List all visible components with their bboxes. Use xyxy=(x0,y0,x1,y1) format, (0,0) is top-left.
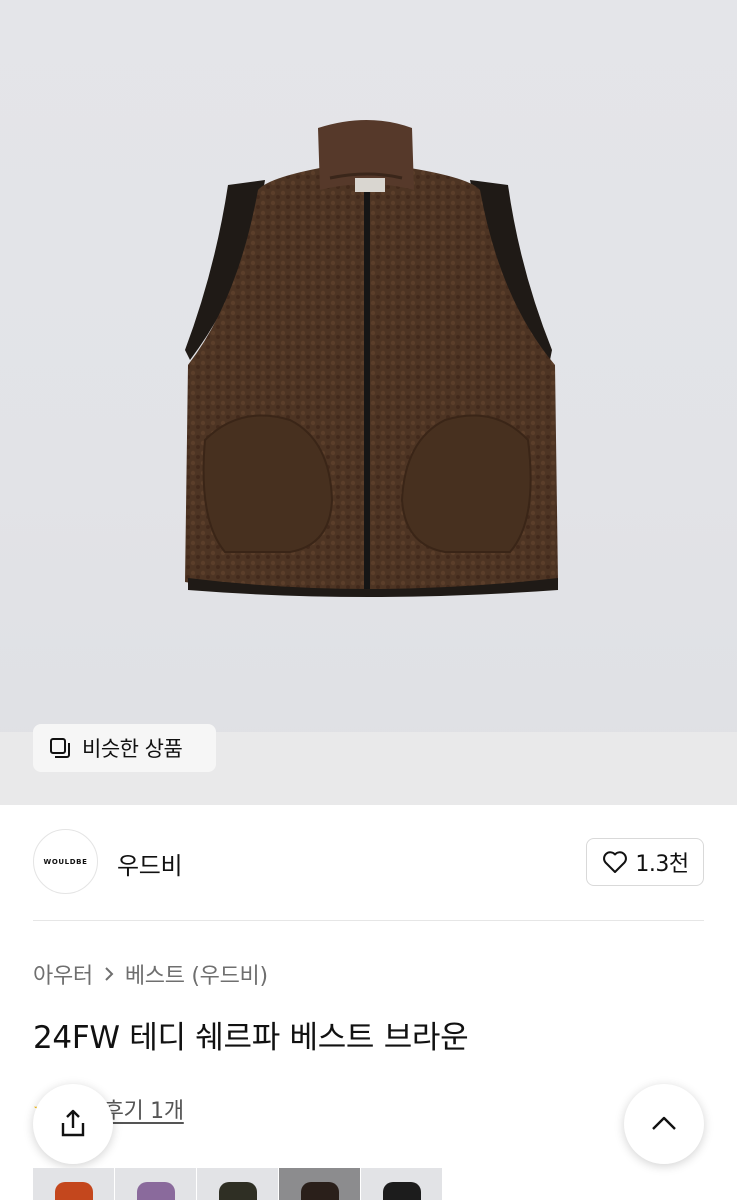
color-thumbnail-selected[interactable] xyxy=(279,1168,360,1200)
product-title: 24FW 테디 쉐르파 베스트 브라운 xyxy=(33,1020,469,1056)
color-thumbnail-strip xyxy=(33,1168,442,1200)
share-button[interactable] xyxy=(33,1084,113,1164)
color-thumbnail[interactable] xyxy=(33,1168,114,1200)
heart-outline-icon xyxy=(603,851,628,873)
thumbnail-garment xyxy=(301,1182,339,1200)
thumbnail-garment xyxy=(55,1182,93,1200)
review-link[interactable]: 후기 1개 xyxy=(104,1093,185,1125)
breadcrumb-level2[interactable]: 베스트 (우드비) xyxy=(125,958,268,990)
breadcrumb-level1[interactable]: 아우터 xyxy=(33,958,93,990)
thumbnail-garment xyxy=(383,1182,421,1200)
chevron-right-icon xyxy=(105,967,114,981)
brand-logo[interactable]: WOULDBE xyxy=(33,829,98,894)
breadcrumb: 아우터 베스트 (우드비) xyxy=(33,958,268,990)
vest-illustration xyxy=(185,120,558,597)
color-thumbnail[interactable] xyxy=(361,1168,442,1200)
similar-products-label: 비슷한 상품 xyxy=(82,737,183,761)
chevron-up-icon xyxy=(652,1116,676,1130)
similar-products-button[interactable]: 비슷한 상품 xyxy=(33,724,216,772)
product-image[interactable] xyxy=(0,0,737,805)
thumbnail-garment xyxy=(137,1182,175,1200)
brand-row: WOULDBE 우드비 1.3천 xyxy=(33,829,704,895)
section-divider xyxy=(33,920,704,921)
color-thumbnail[interactable] xyxy=(197,1168,278,1200)
thumbnail-garment xyxy=(219,1182,257,1200)
like-button[interactable]: 1.3천 xyxy=(586,838,704,886)
brand-logo-text: WOULDBE xyxy=(43,857,88,866)
like-count: 1.3천 xyxy=(635,852,689,877)
scroll-top-button[interactable] xyxy=(624,1084,704,1164)
share-icon xyxy=(61,1109,85,1137)
color-thumbnail[interactable] xyxy=(115,1168,196,1200)
brand-name[interactable]: 우드비 xyxy=(117,846,183,881)
similar-products-icon xyxy=(50,738,70,758)
